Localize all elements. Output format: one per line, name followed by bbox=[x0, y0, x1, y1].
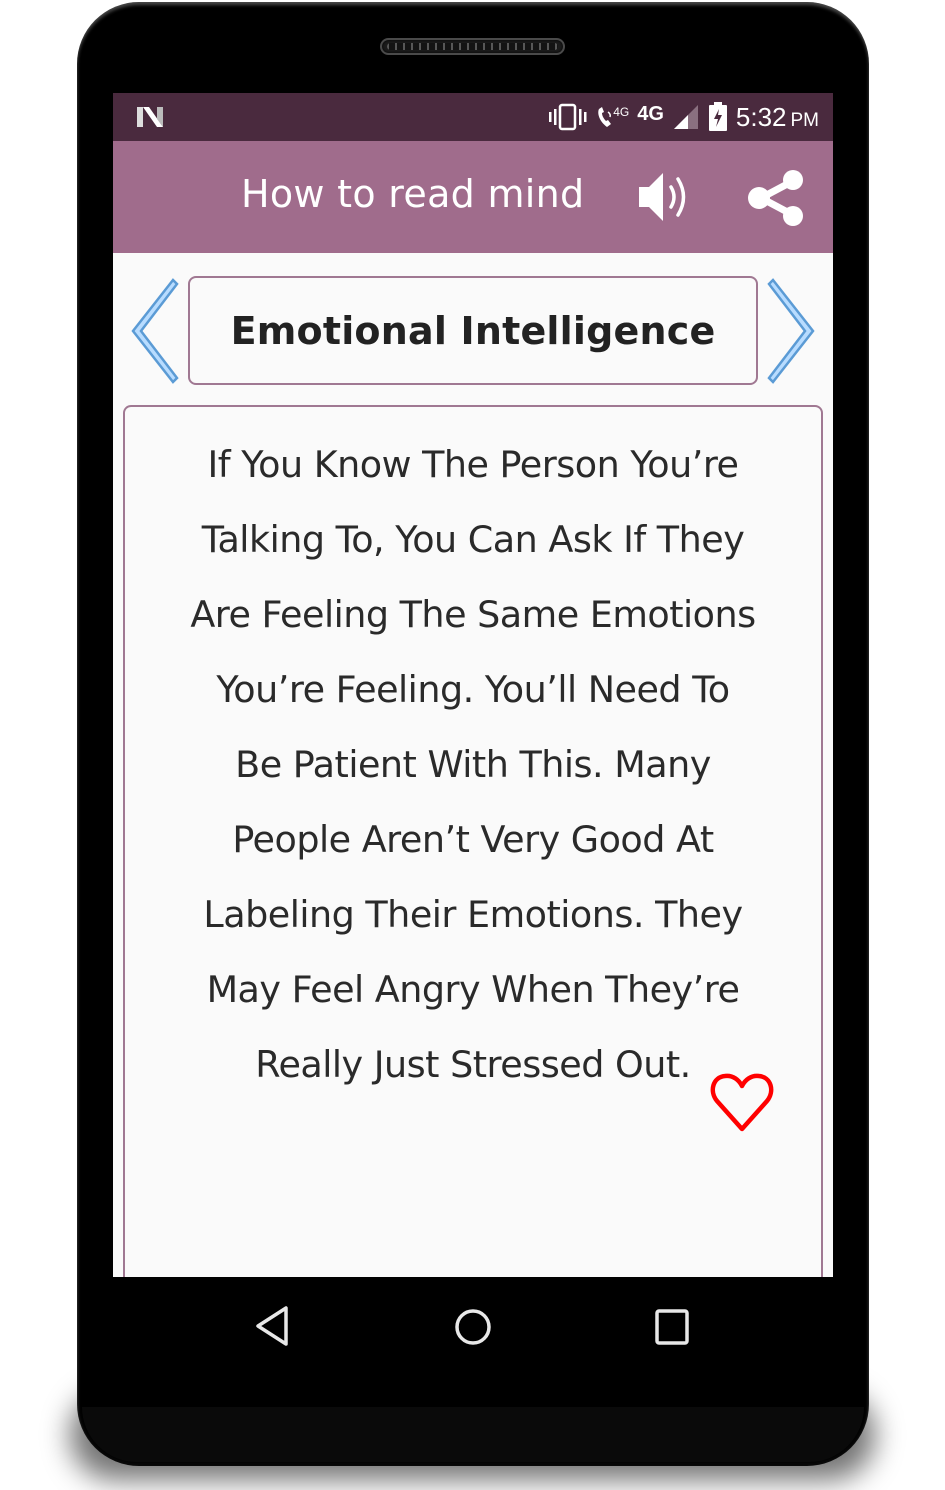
topic-title-box: Emotional Intelligence bbox=[188, 276, 758, 385]
chevron-right-icon[interactable] bbox=[767, 276, 819, 386]
share-icon[interactable] bbox=[745, 167, 807, 229]
content-line: You’re Feeling. You’ll Need To bbox=[216, 668, 730, 711]
topic-title: Emotional Intelligence bbox=[230, 308, 716, 353]
home-icon[interactable] bbox=[453, 1307, 493, 1347]
heart-outline-icon[interactable] bbox=[709, 1071, 775, 1135]
content-card: If You Know The Person You’re Talking To… bbox=[123, 405, 823, 1277]
status-bar: 4G 4G 5:32 PM bbox=[113, 93, 833, 141]
volte-call-icon: 4G bbox=[595, 103, 629, 131]
clock: 5:32 PM bbox=[735, 101, 819, 132]
content-line: Be Patient With This. Many bbox=[235, 743, 711, 786]
network-type-label: 4G bbox=[637, 102, 664, 125]
status-icons: 4G 4G 5:32 PM bbox=[549, 99, 819, 135]
earpiece-speaker bbox=[380, 38, 565, 55]
recents-icon[interactable] bbox=[654, 1308, 690, 1346]
battery-charging-icon bbox=[708, 102, 728, 132]
app-title: How to read mind bbox=[241, 172, 585, 216]
n-logo-icon bbox=[137, 107, 163, 127]
signal-icon bbox=[672, 103, 700, 131]
app-bar: How to read mind bbox=[113, 141, 833, 253]
phone-chin bbox=[82, 1407, 864, 1462]
screen: 4G 4G 5:32 PM How to read mind Emotional… bbox=[113, 93, 833, 1277]
content-text: If You Know The Person You’re Talking To… bbox=[135, 427, 811, 1102]
content-line: If You Know The Person You’re bbox=[207, 443, 739, 486]
content-line: Talking To, You Can Ask If They bbox=[201, 518, 745, 561]
vibrate-icon bbox=[549, 103, 587, 131]
system-nav-bar bbox=[113, 1277, 833, 1373]
back-icon[interactable] bbox=[253, 1304, 293, 1348]
content-line: May Feel Angry When They’re bbox=[206, 968, 740, 1011]
content-line: Are Feeling The Same Emotions bbox=[190, 593, 756, 636]
content-line: People Aren’t Very Good At bbox=[232, 818, 714, 861]
content-line: Labeling Their Emotions. They bbox=[203, 893, 743, 936]
chevron-left-icon[interactable] bbox=[127, 276, 179, 386]
volume-icon[interactable] bbox=[633, 165, 697, 229]
